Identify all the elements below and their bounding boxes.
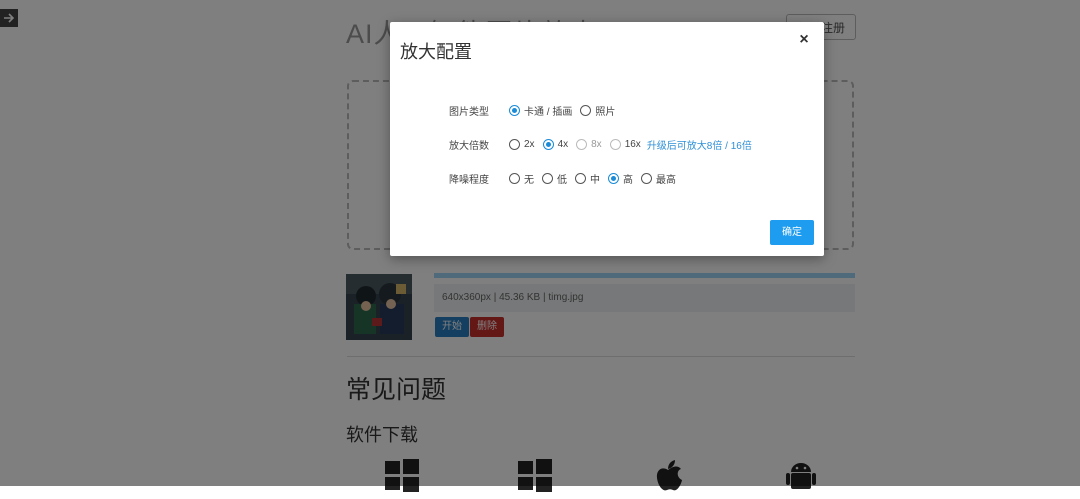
- option-label: 2x: [524, 138, 535, 150]
- image-type-option-cartoon[interactable]: 卡通 / 插画: [509, 103, 572, 118]
- close-icon[interactable]: ×: [796, 32, 812, 48]
- option-label: 低: [557, 174, 567, 186]
- option-label: 最高: [656, 174, 676, 186]
- denoise-option-highest[interactable]: 最高: [641, 171, 676, 186]
- scale-option-16x: 16x: [609, 138, 641, 150]
- option-label: 照片: [595, 106, 616, 118]
- radio-icon[interactable]: [575, 172, 586, 184]
- radio-icon[interactable]: [580, 104, 592, 116]
- image-type-label: 图片类型: [449, 106, 489, 118]
- denoise-label: 降噪程度: [449, 174, 489, 186]
- denoise-row: 降噪程度 无 低 中 高 最高: [449, 169, 684, 187]
- scale-row: 放大倍数 2x 4x 8x 16x 升级后可放大8倍 / 16倍: [449, 135, 752, 153]
- radio-icon[interactable]: [509, 138, 520, 150]
- scale-option-2x[interactable]: 2x: [509, 138, 535, 150]
- radio-icon[interactable]: [542, 138, 554, 150]
- confirm-button[interactable]: 确定: [770, 220, 814, 245]
- zoom-config-dialog: 放大配置 × 图片类型 卡通 / 插画 照片 放大倍数 2x 4x 8x 16x: [390, 22, 824, 256]
- radio-icon[interactable]: [542, 172, 553, 184]
- scale-label: 放大倍数: [449, 140, 489, 152]
- upgrade-link[interactable]: 升级后可放大8倍 / 16倍: [647, 137, 752, 152]
- radio-icon[interactable]: [509, 172, 520, 184]
- scale-option-4x[interactable]: 4x: [542, 138, 569, 150]
- denoise-option-medium[interactable]: 中: [575, 171, 600, 186]
- denoise-option-low[interactable]: 低: [542, 171, 567, 186]
- option-label: 卡通 / 插画: [524, 106, 573, 118]
- denoise-option-high[interactable]: 高: [608, 171, 633, 186]
- option-label: 无: [524, 174, 534, 186]
- image-type-row: 图片类型 卡通 / 插画 照片: [449, 101, 623, 119]
- option-label: 高: [623, 174, 633, 186]
- radio-icon: [576, 138, 588, 150]
- dialog-title: 放大配置: [400, 42, 472, 62]
- denoise-option-none[interactable]: 无: [509, 171, 534, 186]
- option-label: 中: [590, 174, 600, 186]
- option-label: 8x: [591, 138, 602, 150]
- radio-icon: [609, 138, 621, 150]
- option-label: 4x: [557, 138, 569, 150]
- image-type-option-photo[interactable]: 照片: [580, 103, 615, 118]
- radio-icon[interactable]: [608, 172, 619, 184]
- radio-icon[interactable]: [641, 172, 652, 184]
- scale-option-8x: 8x: [576, 138, 602, 150]
- radio-icon[interactable]: [509, 104, 520, 116]
- option-label: 16x: [624, 138, 641, 150]
